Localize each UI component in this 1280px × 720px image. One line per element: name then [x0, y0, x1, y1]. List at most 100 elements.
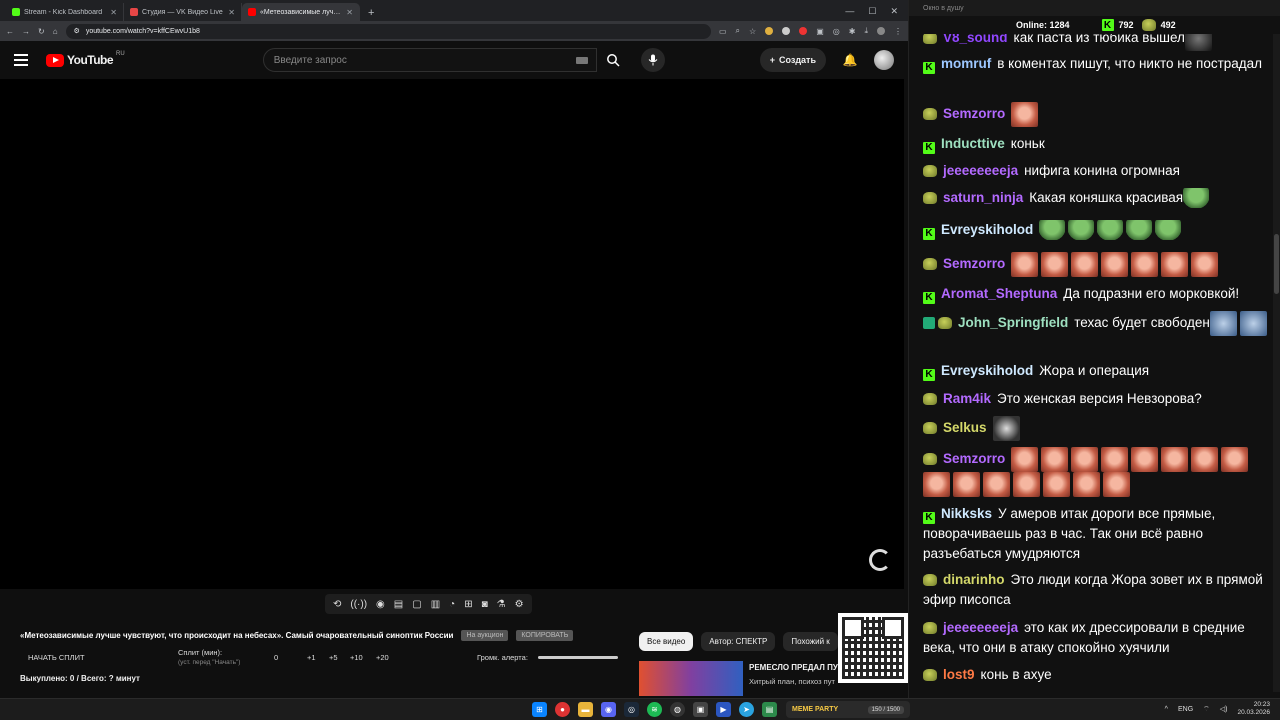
recommended-thumbnail[interactable]	[639, 661, 743, 696]
face-emote-icon[interactable]	[983, 472, 1010, 497]
chip-author[interactable]: Автор: СПЕКТР	[701, 632, 776, 651]
split-add-5-button[interactable]: +5	[329, 653, 338, 662]
split-value[interactable]: 0	[274, 653, 278, 662]
face-emote-icon[interactable]	[1221, 447, 1249, 472]
close-tab-icon[interactable]: ✕	[346, 8, 353, 17]
face-emote-icon[interactable]	[1191, 447, 1219, 472]
face-emote-icon[interactable]	[1131, 447, 1159, 472]
frog-emote-icon[interactable]	[1183, 188, 1210, 209]
flask-icon[interactable]: ⚗	[497, 599, 506, 610]
tab-kick[interactable]: Stream - Kick Dashboard ✕	[6, 3, 124, 21]
alert-volume-slider[interactable]	[538, 656, 618, 659]
notifications-bell-icon[interactable]: 🔔	[840, 53, 860, 67]
split-add-20-button[interactable]: +20	[376, 653, 389, 662]
windows-start-icon[interactable]: ⊞	[532, 702, 547, 717]
chat-username[interactable]: Selkus	[943, 420, 987, 435]
face-emote-icon[interactable]	[1161, 447, 1189, 472]
close-tab-icon[interactable]: ✕	[228, 8, 235, 17]
face-emote-icon[interactable]	[1101, 447, 1129, 472]
cat-emote-icon[interactable]	[992, 416, 1020, 441]
chat-username[interactable]: Semzorro	[943, 106, 1005, 121]
frog-emote-icon[interactable]	[1068, 220, 1095, 241]
obs-icon[interactable]: ◍	[670, 702, 685, 717]
volume-icon[interactable]: ◁)	[1220, 705, 1228, 713]
chat-username[interactable]: lost9	[943, 667, 975, 682]
face-emote-icon[interactable]	[1043, 472, 1070, 497]
chat-username[interactable]: John_Springfield	[958, 315, 1068, 330]
chat-username[interactable]: momruf	[941, 56, 991, 71]
download-icon[interactable]: ⤓	[864, 26, 868, 36]
forward-icon[interactable]: →	[22, 27, 30, 36]
notes-icon[interactable]: ▤	[762, 702, 777, 717]
keyboard-icon[interactable]	[575, 57, 588, 64]
voice-search-button[interactable]	[640, 48, 665, 72]
zoom-icon[interactable]: ⌕	[736, 26, 740, 36]
audio-icon[interactable]: ((·))	[350, 599, 367, 610]
filmstrip-icon[interactable]: ▥	[431, 599, 440, 610]
chat-username[interactable]: Evreyskiholod	[941, 222, 1033, 237]
network-icon[interactable]: ⌔	[1203, 705, 1210, 714]
profile-avatar[interactable]	[877, 27, 885, 35]
telegram-icon[interactable]: ➤	[739, 702, 754, 717]
tab-youtube[interactable]: «Метеозависимые лучше чувствуют ✕	[242, 3, 360, 21]
frog-emote-icon[interactable]	[1155, 220, 1182, 241]
cast-icon[interactable]: ▭	[719, 27, 727, 36]
face-emote-icon[interactable]	[953, 472, 980, 497]
split-add-1-button[interactable]: +1	[307, 653, 316, 662]
bird-emote-icon[interactable]	[1239, 311, 1267, 336]
start-split-button[interactable]: НАЧАТЬ СПЛИТ	[28, 653, 85, 662]
chat-messages[interactable]: V8_sound как паста из тюбика вышел Kmomruf…	[909, 34, 1280, 698]
face-emote-icon[interactable]	[1011, 252, 1039, 277]
face-emote-icon[interactable]	[1071, 447, 1099, 472]
frog-emote-icon[interactable]	[1097, 220, 1124, 241]
chrome-icon[interactable]: ●	[555, 702, 570, 717]
home-icon[interactable]: ⌂	[53, 27, 58, 36]
youtube-logo[interactable]: YouTube RU	[46, 51, 125, 67]
minimize-icon[interactable]: —	[845, 6, 854, 17]
create-button[interactable]: + Создать	[759, 48, 826, 72]
video-player[interactable]	[0, 79, 904, 589]
language-indicator[interactable]: ENG	[1178, 706, 1193, 713]
new-tab-icon[interactable]: +	[360, 7, 382, 21]
face-emote-icon[interactable]	[1011, 447, 1039, 472]
search-button[interactable]	[597, 48, 629, 72]
media-player-icon[interactable]: ▶	[716, 702, 731, 717]
face-emote-icon[interactable]	[1011, 102, 1039, 127]
extension-icon[interactable]: ◎	[833, 27, 840, 36]
search-input[interactable]: Введите запрос	[262, 48, 597, 72]
watch-later-icon[interactable]: ◉	[376, 599, 385, 610]
face-emote-icon[interactable]	[923, 472, 950, 497]
face-emote-icon[interactable]	[1073, 472, 1100, 497]
chat-username[interactable]: Ram4ik	[943, 391, 991, 406]
menu-kebab-icon[interactable]: ⋮	[894, 27, 902, 36]
frog-emote-icon[interactable]	[1126, 220, 1153, 241]
clapper-icon[interactable]: ▤	[394, 599, 403, 610]
chat-username[interactable]: V8_sound	[943, 34, 1008, 45]
address-bar[interactable]: ⚙ youtube.com/watch?v=kffCEwvU1b8	[65, 23, 711, 39]
chip-similar[interactable]: Похожий к	[783, 632, 838, 651]
extension-icon[interactable]: ▣	[816, 27, 824, 36]
close-tab-icon[interactable]: ✕	[110, 8, 117, 17]
settings-gear-icon[interactable]: ⚙	[515, 599, 524, 610]
chat-username[interactable]: saturn_ninja	[943, 190, 1023, 205]
auction-button[interactable]: На аукцион	[461, 630, 509, 641]
face-emote-icon[interactable]	[1103, 472, 1130, 497]
face-emote-icon[interactable]	[1041, 447, 1069, 472]
app-icon[interactable]: ▣	[693, 702, 708, 717]
extension-icon[interactable]	[765, 27, 774, 35]
extension-icon[interactable]	[799, 27, 808, 35]
chat-username[interactable]: Semzorro	[943, 451, 1005, 466]
steam-icon[interactable]: ◎	[624, 702, 639, 717]
reload-icon[interactable]: ↻	[38, 27, 45, 36]
scrollbar-thumb[interactable]	[1274, 234, 1279, 294]
face-emote-icon[interactable]	[1013, 472, 1040, 497]
bookmark-star-icon[interactable]: ☆	[749, 27, 756, 36]
chat-username[interactable]: Inducttive	[941, 136, 1005, 151]
tray-chevron-icon[interactable]: ^	[1165, 706, 1168, 713]
screenshot-icon[interactable]: ◙	[482, 599, 488, 610]
folder-icon[interactable]: ▬	[578, 702, 593, 717]
maximize-icon[interactable]: ☐	[868, 6, 876, 17]
face-emote-icon[interactable]	[1071, 252, 1099, 277]
speed-icon[interactable]: ◔	[449, 599, 455, 610]
extensions-puzzle-icon[interactable]: ✱	[849, 27, 856, 36]
